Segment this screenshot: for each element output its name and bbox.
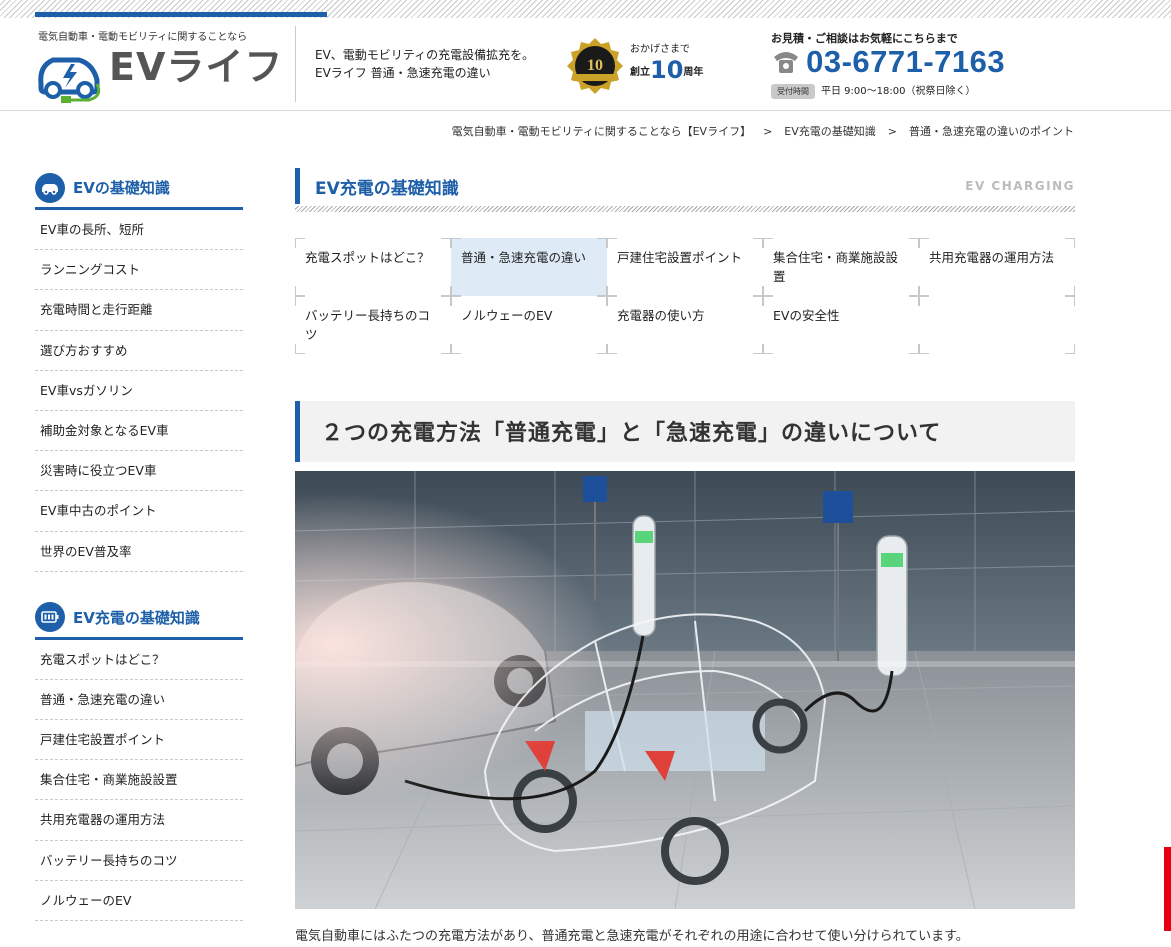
hours-tag: 受付時間: [771, 83, 815, 99]
sidebar-heading: EV充電の基礎知識: [35, 598, 243, 640]
sidebar-heading-label: EVの基礎知識: [73, 179, 170, 197]
sidebar-list: EV車の長所、短所 ランニングコスト 充電時間と走行距離 選び方おすすめ EV車…: [35, 210, 243, 572]
nav-item[interactable]: 集合住宅・商業施設設置: [763, 238, 919, 296]
nav-item-label: EVの安全性: [773, 308, 840, 323]
anniversary-years-suffix: 周年: [683, 67, 704, 78]
section-heading: EV充電の基礎知識 EV CHARGING: [295, 168, 1075, 204]
sidebar-item[interactable]: 普通・急速充電の違い: [35, 680, 243, 721]
sidebar-item[interactable]: 集合住宅・商業施設設置: [35, 760, 243, 801]
sidebar-item[interactable]: 充電スポットはどこ？: [35, 640, 243, 680]
sidebar-item[interactable]: EV車の長所、短所: [35, 210, 243, 251]
nav-item-active[interactable]: 普通・急速充電の違い: [451, 238, 607, 296]
nav-item[interactable]: 充電スポットはどこ？: [295, 238, 451, 296]
anniversary-badge-icon: 10: [567, 38, 623, 94]
section-subtitle: EV CHARGING: [965, 179, 1075, 193]
nav-item-empty: [919, 296, 1075, 354]
breadcrumb-separator: >: [887, 125, 897, 138]
breadcrumb-separator: >: [763, 125, 773, 138]
contact-info: お見積・ご相談はお気軽にこちらまで 03-6771-7163 受付時間 平日 9:…: [771, 30, 1051, 100]
nav-item[interactable]: 充電器の使い方: [607, 296, 763, 354]
sidebar-section-charging-basics: EV充電の基礎知識 充電スポットはどこ？ 普通・急速充電の違い 戸建住宅設置ポイ…: [35, 598, 243, 921]
hours-text: 平日 9:00〜18:00（祝祭日除く）: [821, 86, 976, 97]
sidebar-item[interactable]: バッテリー長持ちのコツ: [35, 841, 243, 881]
sidebar-item[interactable]: 充電時間と走行距離: [35, 290, 243, 331]
sidebar-item[interactable]: 災害時に役立つEV車: [35, 451, 243, 492]
nav-item[interactable]: バッテリー長持ちのコツ: [295, 296, 451, 354]
battery-icon: [35, 602, 65, 633]
logo-wordmark: EVライフ: [109, 45, 284, 89]
nav-item[interactable]: EVの安全性: [763, 296, 919, 354]
nav-item-label: ノルウェーのEV: [461, 308, 553, 323]
anniversary-years: 10: [650, 56, 684, 84]
top-accent-bar: [35, 12, 327, 17]
ev-charging-hero-image: [295, 471, 1075, 909]
anniversary-text-top: おかげさまで: [630, 44, 690, 55]
nav-item-label: 戸建住宅設置ポイント: [617, 250, 743, 265]
header-description-line1: EV、電動モビリティの充電設備拡充を。: [315, 48, 535, 62]
sidebar-item[interactable]: ノルウェーのEV: [35, 881, 243, 921]
nav-item-label: 共用充電器の運用方法: [929, 250, 1055, 265]
sidebar-item[interactable]: ランニングコスト: [35, 250, 243, 291]
sidebar-item[interactable]: 共用充電器の運用方法: [35, 800, 243, 841]
logo-tagline: 電気自動車・電動モビリティに関することなら: [38, 32, 248, 43]
sidebar-item[interactable]: 選び方おすすめ: [35, 331, 243, 371]
breadcrumb: 電気自動車・電動モビリティに関することなら【EVライフ】 > EV充電の基礎知識 > 普…: [452, 123, 1074, 139]
svg-text:10: 10: [587, 57, 603, 74]
nav-item[interactable]: 戸建住宅設置ポイント: [607, 238, 763, 296]
sidebar-item[interactable]: 世界のEV普及率: [35, 532, 243, 572]
sidebar: EVの基礎知識 EV車の長所、短所 ランニングコスト 充電時間と走行距離 選び方…: [35, 168, 243, 947]
sidebar-item[interactable]: 戸建住宅設置ポイント: [35, 720, 243, 761]
header-description: EV、電動モビリティの充電設備拡充を。 EVライフ 普通・急速充電の違い: [315, 46, 534, 82]
breadcrumb-item-category[interactable]: EV充電の基礎知識: [784, 125, 875, 138]
nav-item[interactable]: 共用充電器の運用方法: [919, 238, 1075, 296]
business-hours: 受付時間 平日 9:00〜18:00（祝祭日除く）: [771, 82, 975, 99]
phone-icon: [774, 52, 798, 73]
car-icon: [35, 172, 65, 203]
anniversary-founded: 創立: [630, 67, 650, 78]
breadcrumb-item-current: 普通・急速充電の違いのポイント: [909, 125, 1074, 138]
sidebar-item[interactable]: 補助金対象となるEV車: [35, 411, 243, 452]
anniversary-text: おかげさまで 創立10周年: [630, 44, 703, 85]
header-description-line2: EVライフ 普通・急速充電の違い: [315, 66, 491, 80]
site-logo[interactable]: 電気自動車・電動モビリティに関することなら EVライフ: [35, 26, 285, 106]
sidebar-heading-label: EV充電の基礎知識: [73, 608, 200, 627]
section-title: EV充電の基礎知識: [315, 178, 459, 199]
nav-item-label: 充電器の使い方: [617, 308, 705, 323]
phone-number[interactable]: 03-6771-7163: [806, 44, 1005, 80]
ev-car-plug-icon: [38, 57, 101, 103]
phone-link[interactable]: 03-6771-7163: [771, 44, 1005, 82]
header-divider: [295, 26, 296, 102]
nav-item[interactable]: ノルウェーのEV: [451, 296, 607, 354]
breadcrumb-item-home[interactable]: 電気自動車・電動モビリティに関することなら【EVライフ】: [452, 125, 751, 138]
nav-item-label: 充電スポットはどこ？: [305, 250, 430, 265]
site-header: 電気自動車・電動モビリティに関することなら EVライフ EV、電動モビリティの充…: [0, 18, 1171, 111]
category-nav: 充電スポットはどこ？ 普通・急速充電の違い 戸建住宅設置ポイント 集合住宅・商業…: [295, 238, 1075, 354]
page-top-tab[interactable]: [1164, 847, 1171, 931]
sidebar-item[interactable]: EV車vsガソリン: [35, 371, 243, 411]
article-title: ２つの充電方法「普通充電」と「急速充電」の違いについて: [295, 400, 1075, 462]
sidebar-section-ev-basics: EVの基礎知識 EV車の長所、短所 ランニングコスト 充電時間と走行距離 選び方…: [35, 168, 243, 572]
sidebar-list: 充電スポットはどこ？ 普通・急速充電の違い 戸建住宅設置ポイント 集合住宅・商業…: [35, 640, 243, 921]
main-content: EV充電の基礎知識 EV CHARGING 充電スポットはどこ？ 普通・急速充電…: [295, 168, 1075, 944]
nav-item-label: 普通・急速充電の違い: [461, 250, 587, 265]
article-body-preview: 電気自動車にはふたつの充電方法があり、普通充電と急速充電がそれぞれの用途に合わせ…: [295, 929, 969, 944]
nav-item-label: バッテリー長持ちのコツ: [305, 308, 431, 342]
sidebar-item[interactable]: EV車中古のポイント: [35, 491, 243, 532]
section-heading-stripe: [295, 206, 1075, 212]
sidebar-heading: EVの基礎知識: [35, 168, 243, 210]
nav-item-label: 集合住宅・商業施設設置: [773, 250, 899, 284]
